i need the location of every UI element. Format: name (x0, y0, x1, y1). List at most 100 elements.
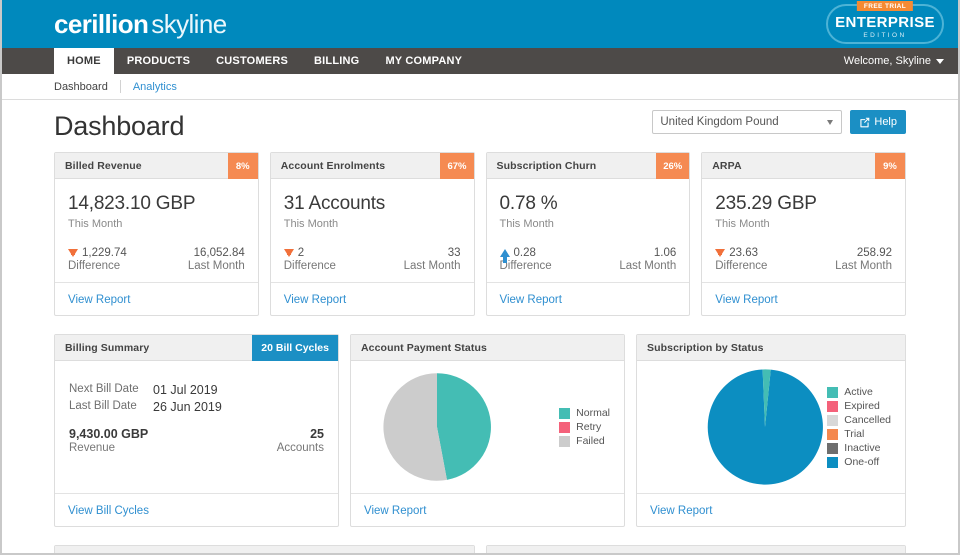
card-body: Next Bill Date 01 Jul 2019 Last Bill Dat… (55, 361, 338, 493)
card-body: Active Expired Cancelled Trial Inactive … (637, 361, 905, 493)
app-logo: cerillion skyline (54, 9, 227, 40)
subnav-item-dashboard[interactable]: Dashboard (54, 81, 120, 93)
kpi-value: 235.29 GBP (715, 193, 817, 214)
card-title: Subscription Churn (496, 159, 597, 172)
kpi-previous-label: Last Month (403, 260, 461, 272)
subnav-divider (119, 80, 121, 93)
legend-item-trial: Trial (827, 428, 891, 440)
legend-item-active: Active (827, 386, 891, 398)
kpi-period: This Month (283, 218, 339, 230)
view-report-link[interactable]: View Report (650, 505, 712, 517)
nav-item-customers[interactable]: CUSTOMERS (203, 48, 301, 74)
legend-label-active: Active (844, 386, 873, 398)
legend-swatch-expired (827, 400, 839, 412)
kpi-difference-value: 0.28 (513, 247, 536, 259)
main-navigation: HOME PRODUCTS CUSTOMERS BILLING MY COMPA… (2, 48, 958, 74)
kpi-difference-value: 2 (297, 247, 305, 259)
percent-badge: 26% (656, 153, 690, 179)
legend-swatch-active (827, 386, 839, 398)
next-bill-date-row: Next Bill Date 01 Jul 2019 (69, 383, 324, 397)
legend-item-inactive: Inactive (827, 442, 891, 454)
percent-badge: 9% (875, 153, 905, 179)
legend-label-normal: Normal (576, 407, 610, 419)
kpi-difference: 23.63 Difference (715, 247, 767, 272)
nav-item-products[interactable]: PRODUCTS (114, 48, 203, 74)
legend-swatch-retry (559, 421, 571, 433)
legend-item-expired: Expired (827, 400, 891, 412)
view-report-link[interactable]: View Report (500, 294, 562, 306)
legend-label-inactive: Inactive (844, 442, 881, 454)
legend-label-cancelled: Cancelled (844, 414, 891, 426)
percent-badge: 67% (440, 153, 474, 179)
user-menu-label: Welcome, Skyline (843, 55, 931, 67)
kpi-previous-value: 33 (447, 247, 461, 259)
content-area: Dashboard United Kingdom Pound Help Bill… (2, 100, 958, 553)
billing-revenue-label: Revenue (69, 442, 116, 454)
kpi-stats: 2 Difference 33 Last Month (283, 247, 461, 272)
card-header: Subscription by Status (637, 335, 905, 361)
card-header: Billed Revenue 8% (55, 153, 258, 179)
card-body: 235.29 GBP This Month 23.63 Difference 2… (702, 179, 905, 282)
nav-item-my-company[interactable]: MY COMPANY (372, 48, 475, 74)
kpi-previous: 33 Last Month (404, 247, 461, 272)
card-footer: View Bill Cycles (55, 493, 338, 526)
legend-swatch-one-off (827, 456, 839, 468)
legend-swatch-normal (559, 407, 571, 419)
view-report-link[interactable]: View Report (715, 294, 777, 306)
page-title: Dashboard (54, 110, 185, 141)
edition-label: EDITION (863, 32, 907, 39)
subscription-status-legend: Active Expired Cancelled Trial Inactive … (827, 386, 895, 468)
kpi-difference-value-row: 1,229.74 (68, 247, 127, 259)
subscription-by-status-card: Subscription by Status Active Expired Ca… (636, 334, 906, 527)
kpi-stats: 1,229.74 Difference 16,052.84 Last Month (68, 247, 245, 272)
kpi-period: This Month (499, 218, 554, 230)
enterprise-edition-badge: FREE TRIAL ENTERPRISE EDITION (826, 1, 944, 44)
billing-summary-card: Billing Summary 20 Bill Cycles Next Bill… (54, 334, 339, 527)
kpi-difference: 2 Difference (283, 247, 336, 272)
dashboard-page: cerillion skyline FREE TRIAL ENTERPRISE E… (0, 0, 960, 555)
subnav-item-analytics[interactable]: Analytics (133, 81, 189, 93)
view-report-link[interactable]: View Report (364, 505, 426, 517)
kpi-period: This Month (68, 218, 123, 230)
nav-item-home[interactable]: HOME (54, 48, 114, 74)
kpi-previous-label: Last Month (835, 260, 892, 272)
view-report-link[interactable]: View Report (68, 294, 130, 306)
card-footer: View Report (702, 282, 905, 315)
legend-item-one-off: One-off (827, 456, 891, 468)
arrow-down-icon (715, 249, 726, 257)
card-header: Subscription Churn 26% (486, 153, 690, 179)
card-header: Account Payment Status (351, 335, 624, 361)
kpi-card-subscription-churn: Subscription Churn 26% 0.78 % This Month… (485, 152, 691, 316)
account-payment-status-card: Account Payment Status Normal Retry Fail… (350, 334, 625, 527)
billing-totals: 9,430.00 GBP Revenue 25 Accounts (69, 427, 324, 454)
mid-card-row: Billing Summary 20 Bill Cycles Next Bill… (54, 334, 906, 527)
kpi-card-billed-revenue: Billed Revenue 8% 14,823.10 GBP This Mon… (54, 152, 259, 316)
header-controls: United Kingdom Pound Help (652, 110, 906, 134)
legend-label-failed: Failed (576, 435, 605, 447)
view-report-link[interactable]: View Report (284, 294, 346, 306)
currency-select[interactable]: United Kingdom Pound (652, 110, 843, 134)
card-footer: View Report (55, 282, 258, 315)
pie-icon (707, 369, 823, 485)
card-header: Total Revenue (55, 546, 474, 553)
sub-navigation: Dashboard Analytics (2, 74, 958, 100)
help-button-label: Help (874, 116, 897, 128)
bill-cycles-badge[interactable]: 20 Bill Cycles (252, 335, 338, 361)
nav-item-billing[interactable]: BILLING (301, 48, 372, 74)
legend-label-one-off: One-off (844, 456, 880, 468)
legend-label-trial: Trial (844, 428, 865, 440)
user-menu[interactable]: Welcome, Skyline (844, 48, 944, 74)
kpi-value: 31 Accounts (283, 193, 386, 214)
card-body: 0.78 % This Month 0.28 Difference 1.06 L… (487, 179, 690, 282)
card-body: 14,823.10 GBP This Month 1,229.74 Differ… (55, 179, 258, 282)
kpi-previous-value: 258.92 (856, 247, 892, 259)
billing-accounts: 25 Accounts (277, 427, 324, 454)
kpi-difference-label: Difference (283, 260, 336, 272)
kpi-previous: 258.92 Last Month (835, 247, 892, 272)
help-button[interactable]: Help (850, 110, 906, 134)
view-bill-cycles-link[interactable]: View Bill Cycles (68, 505, 149, 517)
kpi-previous-label: Last Month (187, 260, 245, 272)
kpi-card-arpa: ARPA 9% 235.29 GBP This Month 23.63 Diff… (701, 152, 906, 316)
external-link-icon (860, 117, 870, 127)
card-header: Billing Summary 20 Bill Cycles (55, 335, 338, 361)
